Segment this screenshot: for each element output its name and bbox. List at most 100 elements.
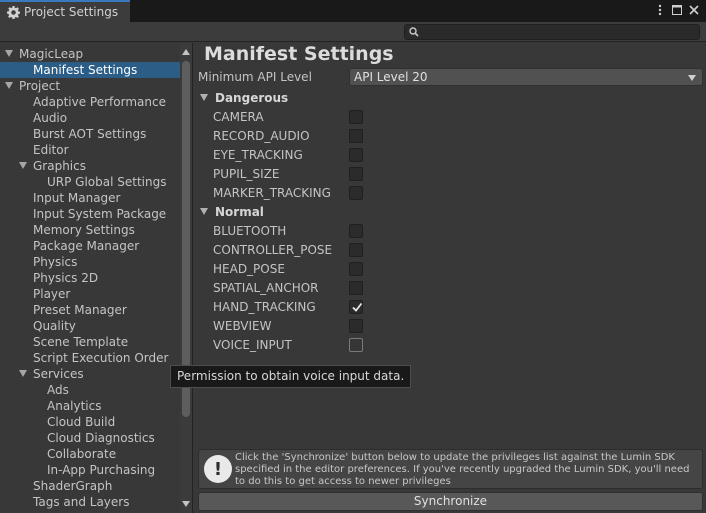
permission-row: WEBVIEW xyxy=(194,318,374,334)
sidebar-item[interactable]: Memory Settings xyxy=(0,222,180,238)
sidebar-item[interactable]: Cloud Diagnostics xyxy=(0,430,180,446)
sidebar-item-label: MagicLeap xyxy=(19,47,84,61)
permission-checkbox[interactable] xyxy=(349,262,363,276)
permission-row: HAND_TRACKING xyxy=(194,299,374,315)
permission-checkbox[interactable] xyxy=(349,167,363,181)
permission-checkbox[interactable] xyxy=(349,224,363,238)
checkmark-icon xyxy=(352,302,363,312)
sidebar-item[interactable]: ShaderGraph xyxy=(0,478,180,494)
permission-label: MARKER_TRACKING xyxy=(213,186,331,200)
exclamation-icon: ! xyxy=(204,455,232,483)
sidebar-item-label: Quality xyxy=(33,319,76,333)
permission-row: VOICE_INPUT xyxy=(194,337,374,353)
window-titlebar: Project Settings xyxy=(0,0,706,22)
sidebar-item[interactable]: Cloud Build xyxy=(0,414,180,430)
expand-arrow-icon[interactable] xyxy=(200,208,208,215)
permission-label: HAND_TRACKING xyxy=(213,300,316,314)
sidebar-item[interactable]: Audio xyxy=(0,110,180,126)
expand-arrow-icon[interactable] xyxy=(5,82,13,89)
more-options-icon[interactable] xyxy=(654,3,666,17)
permission-row: CONTROLLER_POSE xyxy=(194,242,374,258)
expand-arrow-icon[interactable] xyxy=(5,50,13,57)
permission-checkbox[interactable] xyxy=(349,243,363,257)
sidebar-item-label: Package Manager xyxy=(33,239,140,253)
close-icon[interactable] xyxy=(688,3,700,17)
permission-checkbox[interactable] xyxy=(349,300,363,314)
scrollbar-thumb[interactable] xyxy=(182,61,190,417)
sidebar-item[interactable]: Manifest Settings xyxy=(0,62,180,78)
sidebar-item-label: Audio xyxy=(33,111,68,125)
sidebar-item[interactable]: Input System Package xyxy=(0,206,180,222)
expand-arrow-icon[interactable] xyxy=(19,162,27,169)
sidebar-item-label: Memory Settings xyxy=(33,223,135,237)
sidebar-item-label: Ads xyxy=(47,383,69,397)
tooltip: Permission to obtain voice input data. xyxy=(170,365,412,388)
sidebar-scrollbar[interactable] xyxy=(180,43,192,513)
maximize-icon[interactable] xyxy=(671,3,683,17)
sidebar-item[interactable]: Burst AOT Settings xyxy=(0,126,180,142)
sidebar-item[interactable]: Tags and Layers xyxy=(0,494,180,510)
search-input[interactable] xyxy=(404,24,700,40)
sidebar-item-label: Collaborate xyxy=(47,447,117,461)
permission-label: PUPIL_SIZE xyxy=(213,167,280,181)
sidebar-item-label: Adaptive Performance xyxy=(33,95,166,109)
permission-label: CAMERA xyxy=(213,110,264,124)
sidebar-item[interactable]: Graphics xyxy=(0,158,180,174)
scroll-up-icon[interactable] xyxy=(182,49,190,55)
toolbar xyxy=(0,22,706,42)
min-api-dropdown[interactable]: API Level 20 xyxy=(349,68,703,86)
sidebar-item[interactable]: Adaptive Performance xyxy=(0,94,180,110)
gear-icon xyxy=(7,5,20,19)
sidebar-item[interactable]: Analytics xyxy=(0,398,180,414)
synchronize-button[interactable]: Synchronize xyxy=(198,492,703,511)
sidebar-item[interactable]: URP Global Settings xyxy=(0,174,180,190)
sidebar-item[interactable]: Input Manager xyxy=(0,190,180,206)
sidebar-item-label: Input Manager xyxy=(33,191,121,205)
permission-label: VOICE_INPUT xyxy=(213,338,292,352)
sidebar-item[interactable]: Package Manager xyxy=(0,238,180,254)
sidebar-item[interactable]: MagicLeap xyxy=(0,46,180,62)
sidebar-item-label: Editor xyxy=(33,143,69,157)
section-label: Normal xyxy=(215,205,264,219)
sidebar-item-label: Burst AOT Settings xyxy=(33,127,147,141)
expand-arrow-icon[interactable] xyxy=(19,370,27,377)
sidebar-item[interactable]: Scene Template xyxy=(0,334,180,350)
sidebar-item-label: Physics xyxy=(33,255,78,269)
expand-arrow-icon[interactable] xyxy=(200,94,208,101)
permission-row: BLUETOOTH xyxy=(194,223,374,239)
sidebar-item[interactable]: Script Execution Order xyxy=(0,350,180,366)
permission-checkbox[interactable] xyxy=(349,186,363,200)
page-title: Manifest Settings xyxy=(204,43,394,65)
permission-checkbox[interactable] xyxy=(349,129,363,143)
permission-label: EYE_TRACKING xyxy=(213,148,303,162)
min-api-label: Minimum API Level xyxy=(198,70,312,84)
sidebar-item[interactable]: Editor xyxy=(0,142,180,158)
sidebar-item[interactable]: Physics xyxy=(0,254,180,270)
sidebar-item[interactable]: In-App Purchasing xyxy=(0,462,180,478)
help-text: Click the 'Synchronize' button below to … xyxy=(235,452,690,487)
permission-row: MARKER_TRACKING xyxy=(194,185,374,201)
sidebar-item[interactable]: Ads xyxy=(0,382,180,398)
sidebar-item-label: Player xyxy=(33,287,71,301)
permission-checkbox[interactable] xyxy=(349,319,363,333)
chevron-down-icon xyxy=(688,75,696,81)
permission-checkbox[interactable] xyxy=(349,281,363,295)
sidebar-item[interactable]: Preset Manager xyxy=(0,302,180,318)
sidebar-item-label: URP Global Settings xyxy=(47,175,167,189)
permission-checkbox[interactable] xyxy=(349,110,363,124)
permission-label: BLUETOOTH xyxy=(213,224,287,238)
sidebar-item[interactable]: Project xyxy=(0,78,180,94)
info-helpbox: ! Click the 'Synchronize' button below t… xyxy=(198,449,703,489)
sidebar-item[interactable]: Physics 2D xyxy=(0,270,180,286)
permission-checkbox[interactable] xyxy=(349,148,363,162)
scroll-down-icon[interactable] xyxy=(182,501,190,507)
sidebar-item[interactable]: Player xyxy=(0,286,180,302)
tab-project-settings[interactable]: Project Settings xyxy=(0,0,130,22)
permission-label: RECORD_AUDIO xyxy=(213,129,310,143)
sidebar-item[interactable]: Services xyxy=(0,366,180,382)
sidebar-item-label: Analytics xyxy=(47,399,102,413)
sidebar-item[interactable]: Collaborate xyxy=(0,446,180,462)
permission-checkbox[interactable] xyxy=(349,338,363,352)
sidebar-item[interactable]: Quality xyxy=(0,318,180,334)
sidebar-item-label: In-App Purchasing xyxy=(47,463,156,477)
